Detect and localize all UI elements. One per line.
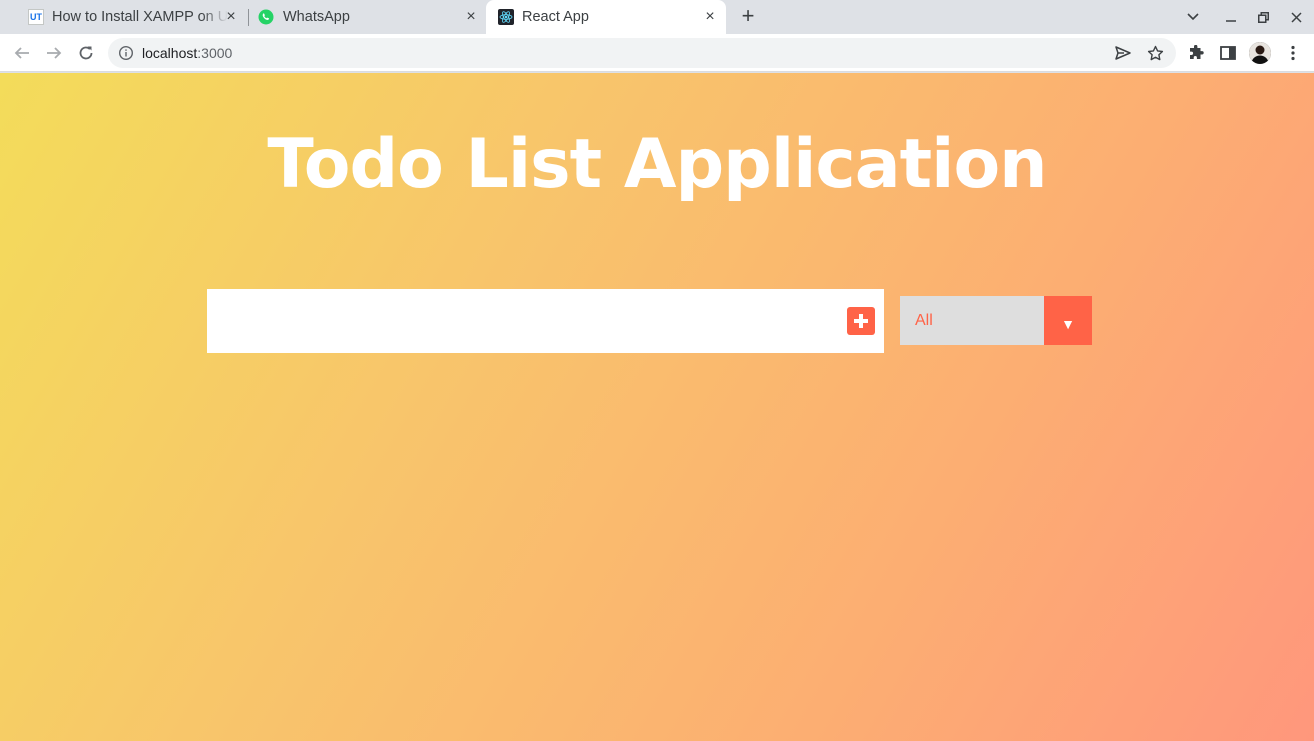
extensions-icon[interactable] xyxy=(1186,43,1206,63)
url-port: :3000 xyxy=(197,45,233,61)
close-tab-icon[interactable]: × xyxy=(462,8,480,26)
site-info-icon[interactable] xyxy=(118,45,134,66)
minimize-icon[interactable] xyxy=(1221,7,1241,27)
filter-dropdown-arrow-icon[interactable]: ▼ xyxy=(1044,296,1092,345)
new-tab-button[interactable]: + xyxy=(737,5,759,28)
add-todo-button[interactable] xyxy=(847,307,875,335)
tab-title: React App xyxy=(522,9,589,25)
page-title: Todo List Application xyxy=(267,125,1047,204)
tab-whatsapp[interactable]: WhatsApp × xyxy=(250,0,486,34)
ut-icon: UT xyxy=(28,9,44,25)
react-icon xyxy=(498,9,514,25)
url-host: localhost xyxy=(142,45,198,61)
send-icon[interactable] xyxy=(1114,44,1132,62)
close-tab-icon[interactable]: × xyxy=(222,8,240,26)
tab-xampp[interactable]: UT How to Install XAMPP on Ubuntu × xyxy=(8,0,248,34)
address-bar[interactable]: localhost:3000 xyxy=(108,38,1176,68)
back-icon[interactable] xyxy=(11,42,33,64)
profile-avatar[interactable] xyxy=(1249,42,1271,64)
filter-select[interactable]: All ▼ xyxy=(900,296,1092,345)
todo-form xyxy=(207,289,884,353)
filter-select-value[interactable]: All xyxy=(900,296,1044,345)
side-panel-icon[interactable] xyxy=(1218,43,1238,63)
tab-react-app[interactable]: React App × xyxy=(486,0,726,34)
tab-search-icon[interactable] xyxy=(1183,7,1203,27)
tab-title: WhatsApp xyxy=(283,9,350,25)
reload-icon[interactable] xyxy=(75,42,97,64)
page-viewport: Todo List Application All ▼ xyxy=(0,73,1314,741)
plus-square-icon xyxy=(854,314,868,328)
tab-title: How to Install XAMPP on Ubuntu xyxy=(52,9,228,25)
tab-separator xyxy=(248,9,249,26)
whatsapp-icon xyxy=(258,9,274,25)
close-tab-icon[interactable]: × xyxy=(701,8,719,26)
bookmark-star-icon[interactable] xyxy=(1146,44,1164,62)
menu-kebab-icon[interactable] xyxy=(1283,43,1303,63)
restore-icon[interactable] xyxy=(1253,7,1273,27)
browser-toolbar: localhost:3000 xyxy=(0,34,1314,72)
close-window-icon[interactable] xyxy=(1286,7,1306,27)
url-text: localhost:3000 xyxy=(142,45,232,61)
todo-input[interactable] xyxy=(207,289,837,353)
tab-strip: UT How to Install XAMPP on Ubuntu × What… xyxy=(0,0,1314,34)
forward-icon[interactable] xyxy=(43,42,65,64)
